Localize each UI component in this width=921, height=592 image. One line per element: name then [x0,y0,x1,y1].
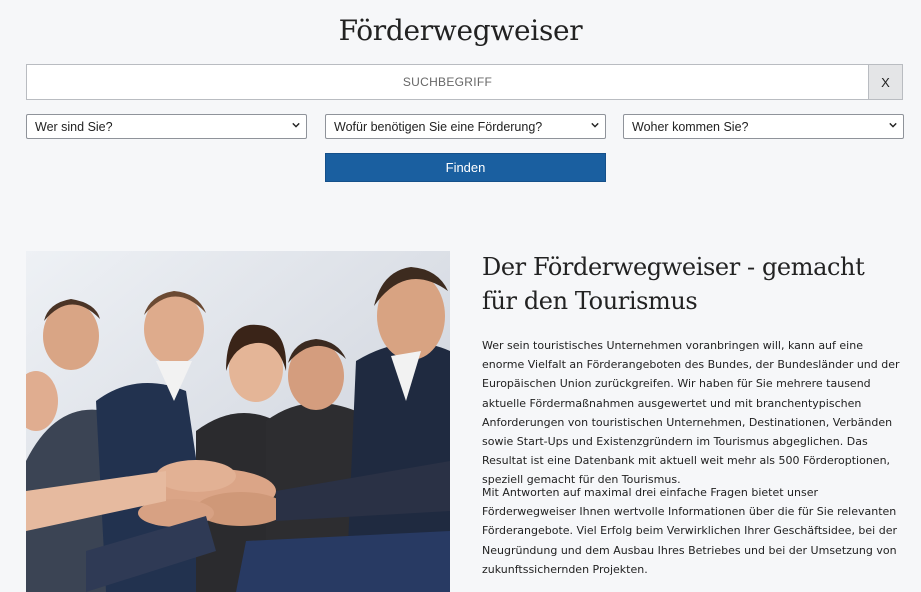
find-button[interactable]: Finden [325,153,606,182]
article-paragraph: Mit Antworten auf maximal drei einfache … [482,486,898,576]
filter-who-value: Wer sind Sie? [35,119,113,134]
chevron-down-icon [591,122,599,128]
article-paragraph: Wer sein touristisches Unternehmen voran… [482,339,900,487]
filter-who-select[interactable]: Wer sind Sie? [26,114,307,139]
clear-search-button[interactable]: X [868,64,903,100]
search-input[interactable] [26,64,868,100]
chevron-down-icon [889,122,897,128]
filter-purpose-select[interactable]: Wofür benötigen Sie eine Förderung? [325,114,606,139]
filter-purpose-value: Wofür benötigen Sie eine Förderung? [334,119,543,134]
filter-region-select[interactable]: Woher kommen Sie? [623,114,904,139]
article-heading: Der Förderwegweiser - gemacht für den To… [482,253,865,315]
hero-image-team-hands [26,251,450,592]
filter-region-value: Woher kommen Sie? [632,119,749,134]
team-hands-photo [26,251,450,592]
page-title: Förderwegweiser [338,14,583,47]
chevron-down-icon [292,122,300,128]
search-bar: X [26,64,903,100]
